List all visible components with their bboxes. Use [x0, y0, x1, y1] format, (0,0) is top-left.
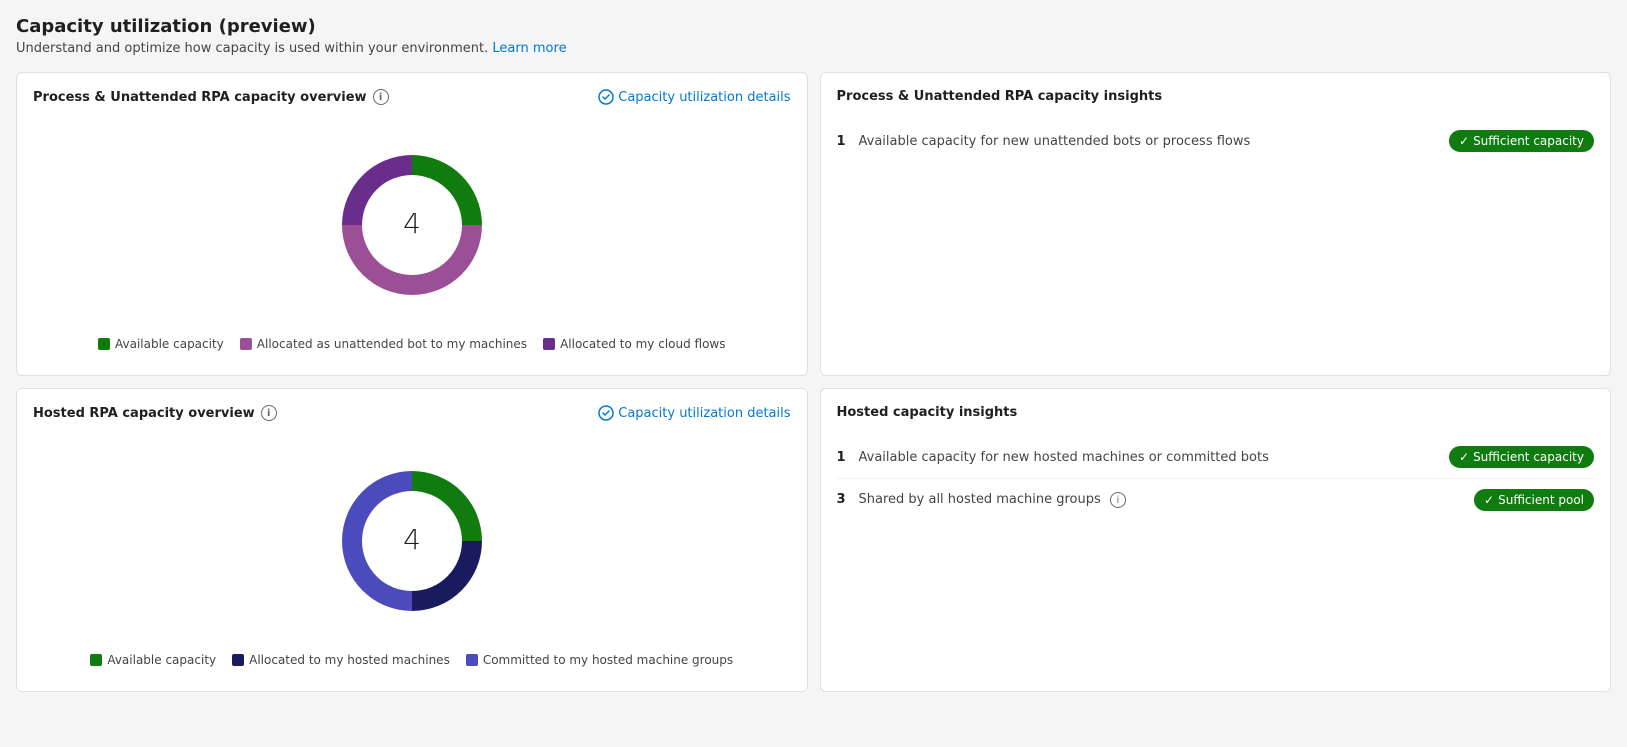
process-legend: Available capacity Allocated as unattend… — [98, 337, 726, 351]
hosted-pool-badge-label: Sufficient pool — [1498, 493, 1584, 507]
hosted-overview-card: Hosted RPA capacity overview i Capacity … — [16, 388, 808, 692]
process-badge-label: Sufficient capacity — [1473, 134, 1584, 148]
process-insights-card: Process & Unattended RPA capacity insigh… — [820, 72, 1612, 376]
process-donut-chart: 4 — [312, 125, 512, 325]
process-overview-info-icon[interactable]: i — [373, 89, 389, 105]
process-overview-card: Process & Unattended RPA capacity overvi… — [16, 72, 808, 376]
legend-label-available: Available capacity — [115, 337, 224, 351]
pool-badge-check-icon: ✓ — [1484, 493, 1494, 507]
hosted-overview-header: Hosted RPA capacity overview i Capacity … — [33, 405, 791, 421]
hosted-legend-label-machines: Allocated to my hosted machines — [249, 653, 450, 667]
process-insights-section: 1 Available capacity for new unattended … — [837, 116, 1595, 166]
hosted-insight-number-2: 3 — [837, 492, 851, 507]
hosted-donut-chart: 4 — [312, 441, 512, 641]
process-insights-title: Process & Unattended RPA capacity insigh… — [837, 89, 1163, 104]
learn-more-link[interactable]: Learn more — [492, 41, 566, 56]
hosted-overview-info-icon[interactable]: i — [261, 405, 277, 421]
process-overview-title: Process & Unattended RPA capacity overvi… — [33, 90, 367, 105]
hosted-dot-navy — [232, 654, 244, 666]
hosted-insight-text-1: Available capacity for new hosted machin… — [859, 450, 1269, 465]
legend-label-unattended: Allocated as unattended bot to my machin… — [257, 337, 527, 351]
badge-check-icon: ✓ — [1459, 134, 1469, 148]
hosted-badge-label: Sufficient capacity — [1473, 450, 1584, 464]
legend-dot-dark-purple — [543, 338, 555, 350]
hosted-badge-check-icon: ✓ — [1459, 450, 1469, 464]
hosted-overview-title-wrap: Hosted RPA capacity overview i — [33, 405, 277, 421]
hosted-insight-text-2: Shared by all hosted machine groups i — [859, 492, 1126, 509]
hosted-legend-available: Available capacity — [90, 653, 216, 667]
legend-label-cloud: Allocated to my cloud flows — [560, 337, 725, 351]
hosted-legend: Available capacity Allocated to my hoste… — [90, 653, 733, 667]
hosted-pool-badge: ✓ Sufficient pool — [1474, 489, 1594, 511]
process-insight-text-1: Available capacity for new unattended bo… — [859, 134, 1251, 149]
hosted-donut-container: 4 Available capacity Allocated to my hos… — [33, 433, 791, 675]
hosted-insight-number-1: 1 — [837, 450, 851, 465]
process-donut-container: 4 Available capacity Allocated as unatte… — [33, 117, 791, 359]
hosted-legend-machines: Allocated to my hosted machines — [232, 653, 450, 667]
legend-item-available: Available capacity — [98, 337, 224, 351]
hosted-legend-groups: Committed to my hosted machine groups — [466, 653, 733, 667]
hosted-dot-green — [90, 654, 102, 666]
page-title: Capacity utilization (preview) — [16, 16, 1611, 37]
hosted-donut-center: 4 — [403, 523, 421, 556]
hosted-insight-left-1: 1 Available capacity for new hosted mach… — [837, 450, 1269, 465]
page-header: Capacity utilization (preview) Understan… — [16, 16, 1611, 56]
hosted-insight-left-2: 3 Shared by all hosted machine groups i — [837, 492, 1126, 509]
process-insight-left-1: 1 Available capacity for new unattended … — [837, 134, 1251, 149]
legend-dot-purple — [240, 338, 252, 350]
hosted-insight-row-1: 1 Available capacity for new hosted mach… — [837, 436, 1595, 479]
page-subtitle: Understand and optimize how capacity is … — [16, 41, 1611, 56]
legend-dot-green — [98, 338, 110, 350]
process-sufficient-badge: ✓ Sufficient capacity — [1449, 130, 1594, 152]
hosted-insights-header: Hosted capacity insights — [837, 405, 1595, 420]
process-overview-header: Process & Unattended RPA capacity overvi… — [33, 89, 791, 105]
check-circle-icon — [598, 89, 614, 105]
hosted-insights-title: Hosted capacity insights — [837, 405, 1018, 420]
hosted-insights-card: Hosted capacity insights 1 Available cap… — [820, 388, 1612, 692]
legend-item-unattended: Allocated as unattended bot to my machin… — [240, 337, 527, 351]
process-donut-center: 4 — [403, 207, 421, 240]
process-insight-row-1: 1 Available capacity for new unattended … — [837, 120, 1595, 162]
hosted-capacity-link[interactable]: Capacity utilization details — [598, 405, 790, 421]
hosted-sufficient-badge: ✓ Sufficient capacity — [1449, 446, 1594, 468]
hosted-legend-label-groups: Committed to my hosted machine groups — [483, 653, 733, 667]
legend-item-cloud: Allocated to my cloud flows — [543, 337, 725, 351]
hosted-insights-title-wrap: Hosted capacity insights — [837, 405, 1018, 420]
process-capacity-link[interactable]: Capacity utilization details — [598, 89, 790, 105]
hosted-legend-label-available: Available capacity — [107, 653, 216, 667]
hosted-insight-row-2: 3 Shared by all hosted machine groups i … — [837, 479, 1595, 521]
hosted-check-circle-icon — [598, 405, 614, 421]
shared-info-icon[interactable]: i — [1110, 492, 1126, 508]
process-insight-number-1: 1 — [837, 134, 851, 149]
process-overview-title-wrap: Process & Unattended RPA capacity overvi… — [33, 89, 389, 105]
hosted-overview-title: Hosted RPA capacity overview — [33, 406, 255, 421]
process-insights-title-wrap: Process & Unattended RPA capacity insigh… — [837, 89, 1163, 104]
process-insights-header: Process & Unattended RPA capacity insigh… — [837, 89, 1595, 104]
hosted-insights-section: 1 Available capacity for new hosted mach… — [837, 432, 1595, 525]
main-grid: Process & Unattended RPA capacity overvi… — [16, 72, 1611, 692]
hosted-dot-blue — [466, 654, 478, 666]
